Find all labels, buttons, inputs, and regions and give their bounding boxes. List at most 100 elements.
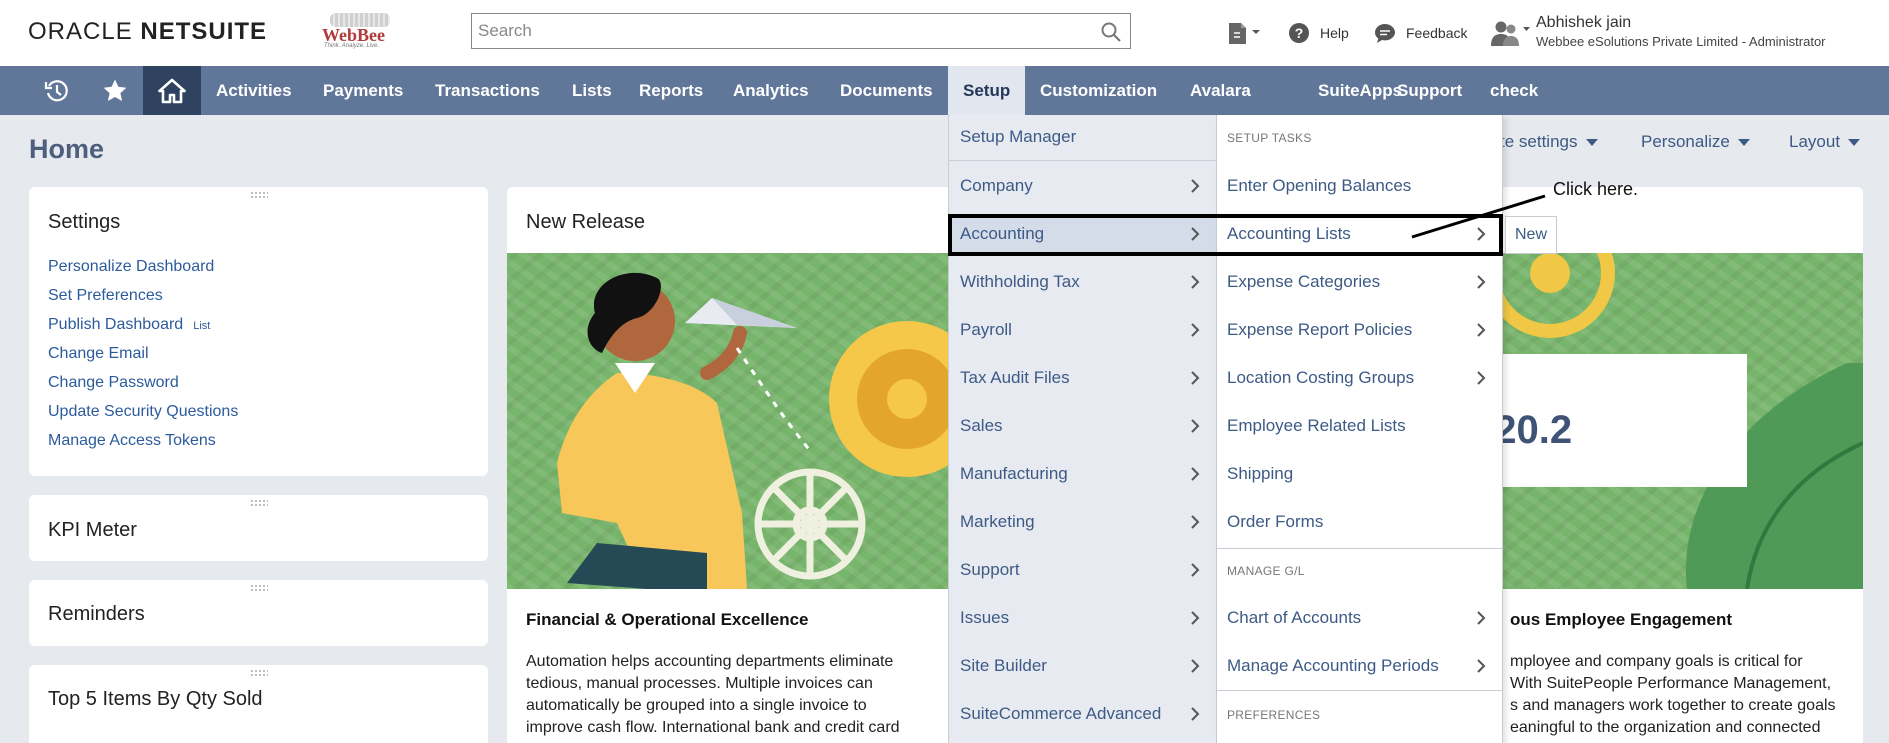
nav-activities[interactable]: Activities bbox=[216, 66, 292, 115]
menu-item-support[interactable]: Support bbox=[949, 552, 1216, 588]
publish-dashboard-link[interactable]: Publish Dashboard bbox=[48, 316, 183, 333]
release-right-heading[interactable]: ous Employee Engagement bbox=[1510, 610, 1732, 630]
search-input[interactable] bbox=[478, 20, 1078, 42]
site-settings-dropdown[interactable]: te settings bbox=[1500, 132, 1598, 152]
release-left-heading[interactable]: Financial & Operational Excellence bbox=[526, 610, 809, 630]
menu-divider bbox=[949, 160, 1216, 161]
menu-item-issues[interactable]: Issues bbox=[949, 600, 1216, 636]
menu-item-payroll[interactable]: Payroll bbox=[949, 312, 1216, 348]
menu-item-company[interactable]: Company bbox=[949, 168, 1216, 204]
text-line: automatically be grouped into a single i… bbox=[526, 697, 867, 714]
nav-suiteapps[interactable]: SuiteApps bbox=[1318, 66, 1402, 115]
star-shortcuts-icon[interactable] bbox=[86, 66, 144, 115]
menu-item-label: Location Costing Groups bbox=[1227, 368, 1415, 387]
help-label: Help bbox=[1320, 25, 1349, 41]
nav-check[interactable]: check bbox=[1490, 66, 1538, 115]
nav-transactions[interactable]: Transactions bbox=[435, 66, 540, 115]
menu-item-enter-opening-balances[interactable]: Enter Opening Balances bbox=[1217, 168, 1502, 204]
change-email-link[interactable]: Change Email bbox=[48, 345, 149, 363]
menu-item-label: Withholding Tax bbox=[960, 272, 1080, 291]
menu-item-manufacturing[interactable]: Manufacturing bbox=[949, 456, 1216, 492]
menu-item-expense-categories[interactable]: Expense Categories bbox=[1217, 264, 1502, 300]
publish-dashboard-row: Publish Dashboard List bbox=[48, 316, 210, 334]
search-icon[interactable] bbox=[1100, 21, 1122, 43]
caret-down-icon bbox=[1585, 139, 1598, 147]
menu-item-chart-of-accounts[interactable]: Chart of Accounts bbox=[1217, 600, 1502, 636]
menu-item-label: Marketing bbox=[960, 512, 1035, 531]
menu-item-expense-report-policies[interactable]: Expense Report Policies bbox=[1217, 312, 1502, 348]
menu-item-label: Company bbox=[960, 176, 1033, 195]
page-title: Home bbox=[29, 134, 105, 164]
chevron-right-icon bbox=[1191, 179, 1200, 193]
recent-records-icon[interactable] bbox=[1226, 19, 1262, 47]
update-security-questions-link[interactable]: Update Security Questions bbox=[48, 403, 238, 421]
chevron-right-icon bbox=[1191, 515, 1200, 529]
personalize-dropdown[interactable]: Personalize bbox=[1641, 132, 1750, 152]
section-manage-gl: MANAGE G/L bbox=[1227, 564, 1305, 578]
menu-item-location-costing-groups[interactable]: Location Costing Groups bbox=[1217, 360, 1502, 396]
recent-history-icon[interactable] bbox=[28, 66, 86, 115]
nav-reports[interactable]: Reports bbox=[639, 66, 703, 115]
top-5-items-portlet: Top 5 Items By Qty Sold bbox=[29, 665, 488, 743]
feedback-icon bbox=[1375, 24, 1395, 43]
manage-access-tokens-link[interactable]: Manage Access Tokens bbox=[48, 432, 216, 450]
set-preferences-link[interactable]: Set Preferences bbox=[48, 287, 163, 305]
menu-item-accounting-lists[interactable]: Accounting Lists bbox=[1217, 216, 1502, 252]
logo-oracle-text: ORACLE bbox=[28, 18, 133, 45]
nav-payments[interactable]: Payments bbox=[323, 66, 403, 115]
nav-setup[interactable]: Setup bbox=[948, 66, 1026, 115]
feedback-link[interactable]: Feedback bbox=[1374, 20, 1467, 46]
text-line: mployee and company goals is critical fo… bbox=[1510, 653, 1803, 670]
menu-item-site-builder[interactable]: Site Builder bbox=[949, 648, 1216, 684]
setup-menu: Setup Manager Company Accounting Withhol… bbox=[948, 115, 1217, 743]
chevron-right-icon bbox=[1477, 323, 1486, 337]
menu-item-label: Tax Audit Files bbox=[960, 368, 1070, 387]
feedback-label: Feedback bbox=[1406, 25, 1468, 41]
reminders-portlet: Reminders bbox=[29, 580, 488, 646]
menu-item-accounting[interactable]: Accounting bbox=[949, 216, 1216, 252]
global-search[interactable] bbox=[471, 13, 1131, 49]
home-icon[interactable] bbox=[143, 66, 201, 115]
menu-item-new[interactable]: New bbox=[1505, 216, 1557, 254]
publish-list-link[interactable]: List bbox=[193, 320, 210, 332]
change-password-link[interactable]: Change Password bbox=[48, 374, 179, 392]
menu-item-label: Accounting bbox=[960, 224, 1045, 243]
menu-item-marketing[interactable]: Marketing bbox=[949, 504, 1216, 540]
chevron-right-icon bbox=[1477, 611, 1486, 625]
drag-handle-icon[interactable] bbox=[249, 499, 268, 507]
menu-item-sales[interactable]: Sales bbox=[949, 408, 1216, 444]
menu-item-label: SuiteCommerce Advanced bbox=[960, 704, 1162, 723]
menu-item-label: Order Forms bbox=[1227, 512, 1324, 531]
chevron-right-icon bbox=[1191, 275, 1200, 289]
menu-item-label: Setup Manager bbox=[960, 127, 1077, 146]
menu-item-setup-manager[interactable]: Setup Manager bbox=[949, 119, 1216, 155]
chevron-right-icon bbox=[1477, 659, 1486, 673]
section-preferences: PREFERENCES bbox=[1227, 708, 1321, 722]
chevron-right-icon bbox=[1477, 275, 1486, 289]
menu-divider bbox=[1217, 690, 1502, 691]
nav-documents[interactable]: Documents bbox=[840, 66, 933, 115]
drag-handle-icon[interactable] bbox=[249, 584, 268, 592]
drag-handle-icon[interactable] bbox=[249, 191, 268, 199]
menu-item-shipping[interactable]: Shipping bbox=[1217, 456, 1502, 492]
drag-handle-icon[interactable] bbox=[249, 669, 268, 677]
nav-lists[interactable]: Lists bbox=[572, 66, 612, 115]
menu-item-order-forms[interactable]: Order Forms bbox=[1217, 504, 1502, 540]
nav-customization[interactable]: Customization bbox=[1040, 66, 1157, 115]
svg-text:?: ? bbox=[1295, 25, 1304, 41]
menu-item-withholding-tax[interactable]: Withholding Tax bbox=[949, 264, 1216, 300]
nav-avalara[interactable]: Avalara bbox=[1190, 66, 1251, 115]
menu-item-manage-accounting-periods[interactable]: Manage Accounting Periods bbox=[1217, 648, 1502, 684]
nav-analytics[interactable]: Analytics bbox=[733, 66, 809, 115]
personalize-dashboard-link[interactable]: Personalize Dashboard bbox=[48, 258, 214, 276]
menu-item-tax-audit-files[interactable]: Tax Audit Files bbox=[949, 360, 1216, 396]
chevron-right-icon bbox=[1191, 323, 1200, 337]
menu-item-employee-related-lists[interactable]: Employee Related Lists bbox=[1217, 408, 1502, 444]
chevron-right-icon bbox=[1191, 227, 1200, 241]
menu-item-suitecommerce-advanced[interactable]: SuiteCommerce Advanced bbox=[949, 696, 1216, 732]
oracle-netsuite-logo[interactable]: ORACLE NETSUITE bbox=[28, 18, 267, 46]
chevron-right-icon bbox=[1191, 611, 1200, 625]
nav-support[interactable]: Support bbox=[1397, 66, 1462, 115]
help-link[interactable]: ? Help bbox=[1288, 20, 1349, 46]
layout-dropdown[interactable]: Layout bbox=[1789, 132, 1861, 152]
